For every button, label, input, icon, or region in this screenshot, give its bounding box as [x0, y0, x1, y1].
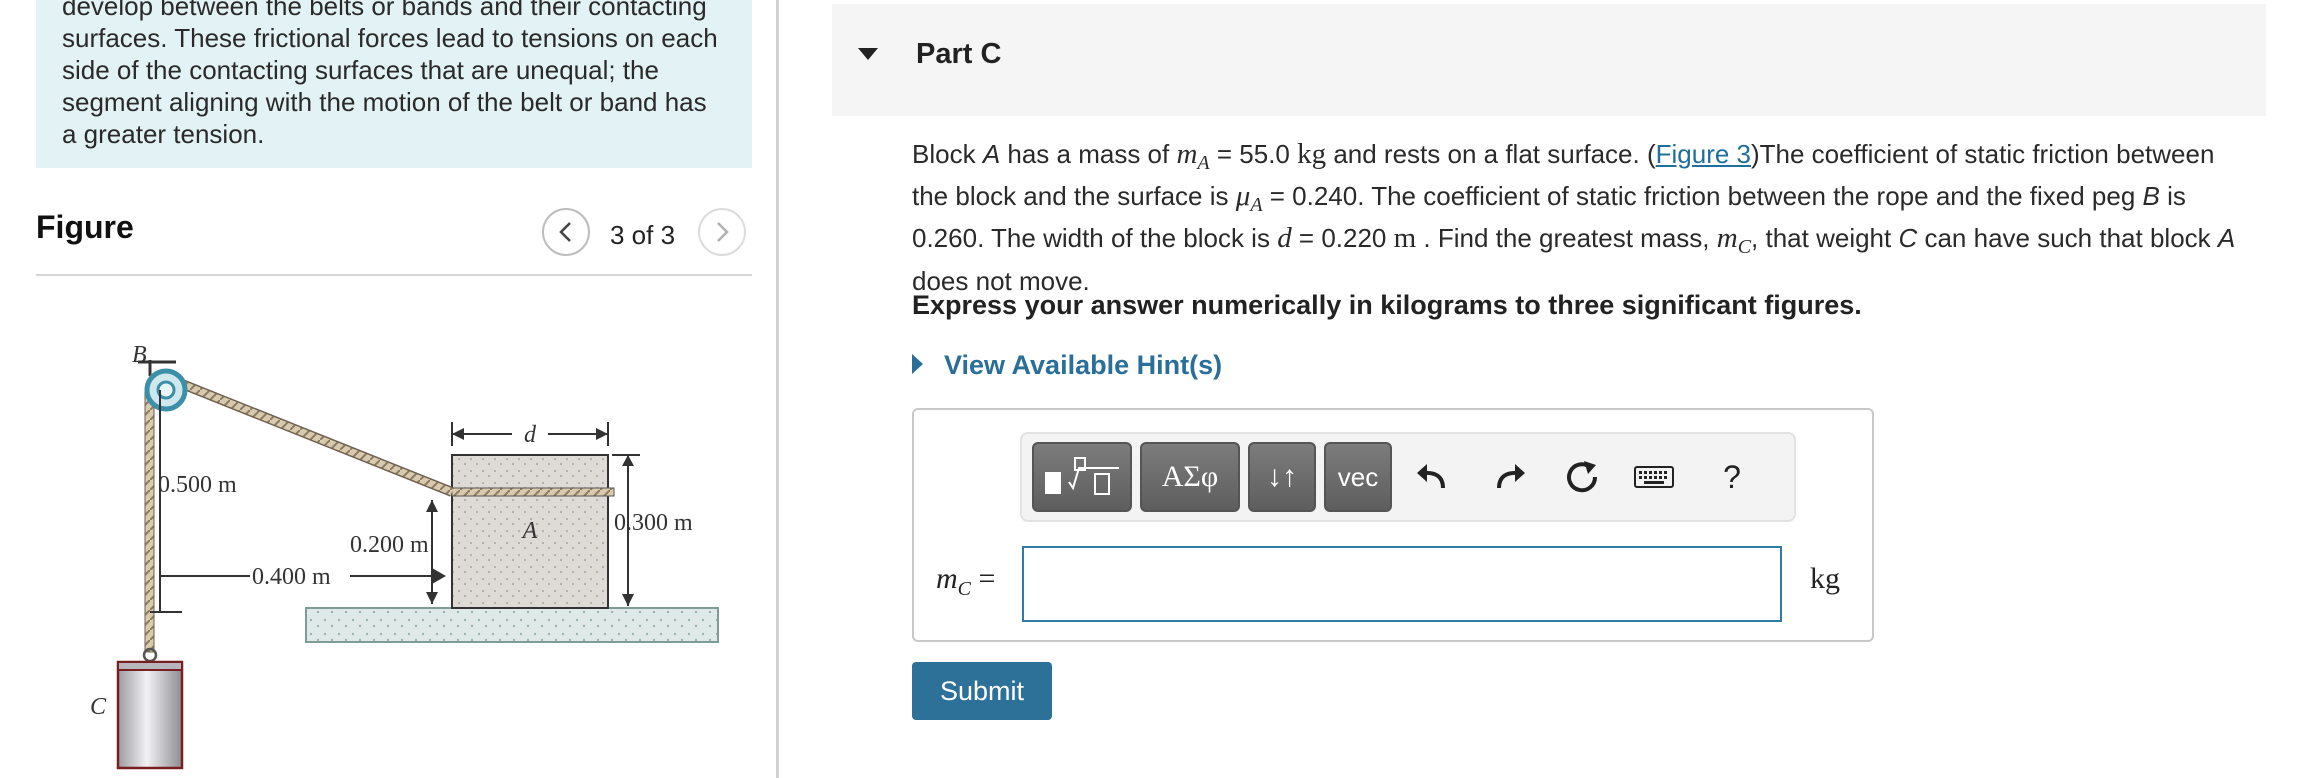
help-button[interactable]: ? — [1702, 446, 1762, 508]
label-b: B — [132, 342, 147, 368]
answer-box: ΑΣφ ↓↑ vec ? mC = kg — [912, 408, 1874, 642]
chevron-left-icon — [559, 222, 571, 242]
problem-line: 0.260. The width of the block is d = 0.2… — [912, 222, 2236, 259]
pulley-block-diagram: A B C 0.500 m 0.400 m 0.200 m 0.300 m d — [90, 342, 719, 770]
svg-text:0.300 m: 0.300 m — [614, 510, 693, 536]
view-hints-label: View Available Hint(s) — [944, 350, 1223, 380]
figure-divider — [36, 274, 752, 276]
undo-icon — [1417, 464, 1445, 489]
answer-instruction: Express your answer numerically in kilog… — [912, 290, 1862, 320]
svg-text:0.200 m: 0.200 m — [350, 532, 429, 558]
ground-surface — [305, 607, 719, 643]
reset-button[interactable] — [1552, 446, 1612, 508]
label-a: A — [521, 518, 538, 544]
next-figure-button[interactable] — [698, 208, 746, 256]
intro-text: develop between the belts or bands and t… — [62, 0, 742, 150]
reset-icon — [1567, 461, 1598, 493]
templates-icon — [1045, 457, 1119, 495]
intro-line: side of the contacting surfaces that are… — [62, 55, 659, 85]
panel-divider — [776, 0, 779, 778]
redo-icon — [1497, 464, 1525, 489]
submit-button[interactable]: Submit — [912, 662, 1052, 720]
keyboard-icon — [1634, 466, 1674, 488]
svg-text:d: d — [524, 422, 537, 448]
answer-label: mC = — [936, 562, 996, 600]
redo-button[interactable] — [1480, 446, 1540, 508]
problem-line: the block and the surface is μA = 0.240.… — [912, 180, 2186, 217]
math-toolbar: ΑΣφ ↓↑ vec ? — [1020, 432, 1796, 522]
weight-c — [116, 660, 184, 770]
svg-text:0.400 m: 0.400 m — [252, 564, 331, 590]
figure-panel: develop between the belts or bands and t… — [0, 0, 780, 778]
intro-line: develop between the belts or bands and t… — [62, 0, 707, 21]
svg-text:0.500 m: 0.500 m — [158, 472, 237, 498]
figure-counter: 3 of 3 — [610, 220, 676, 250]
problem-line: Block A has a mass of mA = 55.0 kg and r… — [912, 138, 2215, 175]
figure-title: Figure — [36, 209, 134, 245]
greek-symbols-button[interactable]: ΑΣφ — [1140, 442, 1240, 512]
problem-statement: Block A has a mass of mA = 55.0 kg and r… — [912, 138, 2272, 298]
label-c: C — [90, 694, 107, 720]
intro-callout: develop between the belts or bands and t… — [36, 0, 752, 168]
keyboard-button[interactable] — [1624, 446, 1684, 508]
expand-caret-icon — [912, 354, 923, 374]
intro-line: a greater tension. — [62, 119, 265, 149]
subscript-superscript-button[interactable]: ↓↑ — [1248, 442, 1316, 512]
previous-figure-button[interactable] — [542, 208, 590, 256]
figure-3-link[interactable]: Figure 3 — [1656, 139, 1751, 169]
templates-button[interactable] — [1032, 442, 1132, 512]
undo-button[interactable] — [1402, 446, 1462, 508]
intro-line: surfaces. These frictional forces lead t… — [62, 23, 718, 53]
part-title: Part C — [916, 38, 1002, 70]
part-header[interactable]: Part C — [832, 4, 2266, 116]
chevron-right-icon — [717, 222, 729, 242]
collapse-caret-icon[interactable] — [858, 48, 878, 60]
intro-line: segment aligning with the motion of the … — [62, 87, 707, 117]
answer-input[interactable] — [1022, 546, 1782, 622]
vector-button[interactable]: vec — [1324, 442, 1392, 512]
answer-unit: kg — [1810, 562, 1840, 595]
